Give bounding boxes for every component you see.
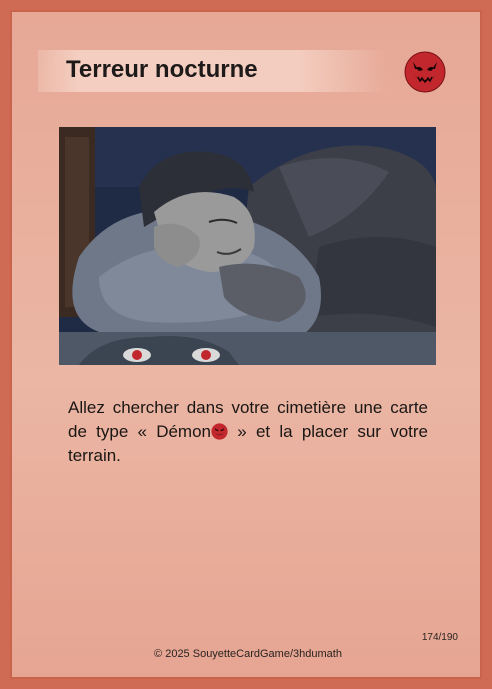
card: Terreur nocturne Allez chercher dans vot… bbox=[10, 10, 482, 679]
card-effect-text: Allez chercher dans votre cimetière une … bbox=[68, 396, 428, 468]
demon-icon bbox=[404, 51, 446, 93]
card-illustration bbox=[59, 127, 436, 365]
demon-inline-icon bbox=[211, 423, 228, 440]
card-title: Terreur nocturne bbox=[66, 56, 258, 83]
copyright: © 2025 SouyetteCardGame/3hdumath bbox=[154, 648, 342, 660]
card-number: 174/190 bbox=[421, 632, 458, 643]
